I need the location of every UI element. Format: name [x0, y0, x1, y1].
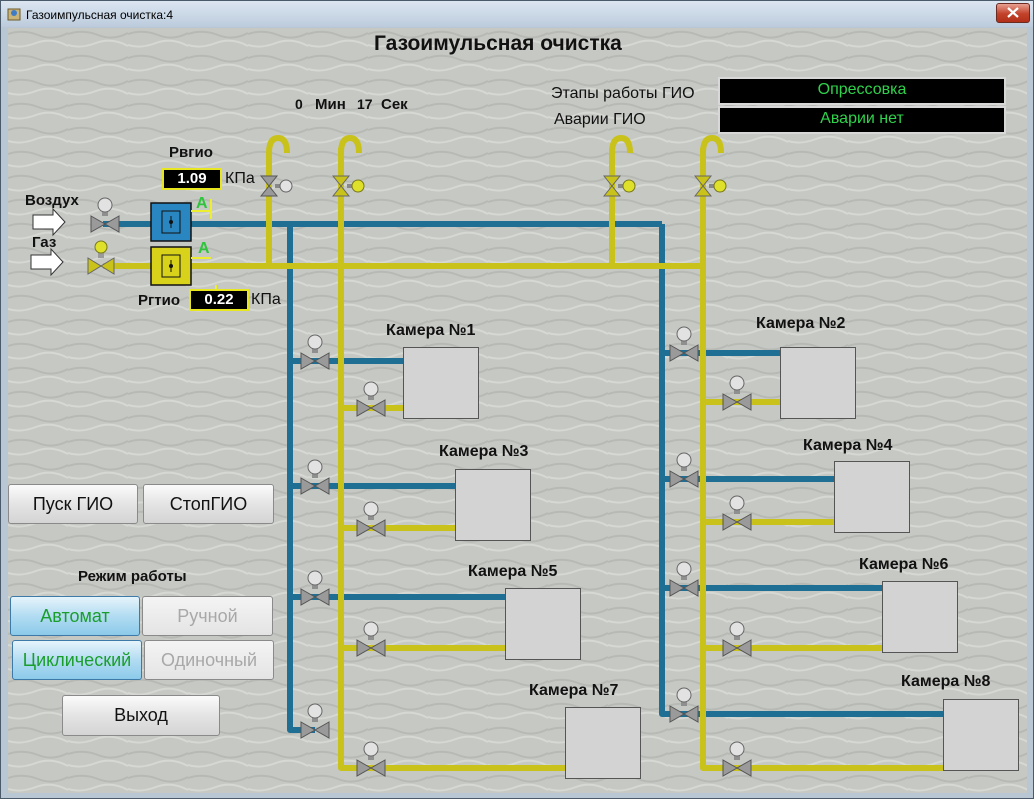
chamber-4[interactable]	[834, 461, 910, 533]
timer-minutes: 0	[295, 96, 303, 112]
chamber-6-label: Камера №6	[859, 556, 949, 573]
auto-mode-button[interactable]: Автомат	[10, 596, 140, 636]
stage-display: Опрессовка	[718, 77, 1006, 105]
close-button[interactable]	[996, 3, 1030, 23]
gas-input-arrow	[30, 247, 64, 277]
chamber-2-label: Камера №2	[756, 315, 846, 332]
start-button[interactable]: Пуск ГИО	[8, 484, 138, 524]
chamber-3[interactable]	[455, 469, 531, 541]
title-bar[interactable]: Газоимпульсная очистка:4	[1, 1, 1033, 27]
gas-pressure-indicator: А	[198, 240, 210, 257]
gas-pressure-value: 0.22	[189, 289, 249, 311]
chamber-5-label: Камера №5	[468, 563, 558, 580]
chamber-2[interactable]	[780, 347, 856, 419]
alarm-display: Аварии нет	[718, 106, 1006, 134]
timer-seconds-label: Сек	[381, 96, 408, 113]
manual-mode-button[interactable]: Ручной	[142, 596, 273, 636]
chamber-4-label: Камера №4	[803, 437, 893, 454]
chamber-3-label: Камера №3	[439, 443, 529, 460]
mode-title: Режим работы	[78, 568, 187, 585]
exit-button[interactable]: Выход	[62, 695, 220, 736]
chamber-7[interactable]	[565, 707, 641, 779]
alarm-label: Аварии ГИО	[554, 111, 646, 128]
chamber-8-label: Камера №8	[901, 673, 991, 690]
air-input-label: Воздух	[25, 192, 79, 209]
chamber-1-label: Камера №1	[386, 322, 476, 339]
air-input-arrow	[32, 207, 66, 237]
app-icon	[7, 8, 21, 21]
page-title: Газоимульсная очистка	[374, 32, 622, 55]
client-area: Газоимульсная очистка 0 Мин 17 Сек Этапы…	[8, 28, 1027, 793]
chamber-6[interactable]	[882, 581, 958, 653]
timer-minutes-label: Мин	[315, 96, 346, 113]
vent-valve-air[interactable]	[260, 175, 293, 197]
gas-pressure-unit: КПа	[251, 291, 281, 308]
window-title: Газоимпульсная очистка:4	[26, 8, 174, 22]
chamber-1[interactable]	[403, 347, 479, 419]
chamber-8[interactable]	[943, 699, 1019, 771]
cyclic-mode-button[interactable]: Циклический	[12, 640, 142, 680]
chamber-5[interactable]	[505, 588, 581, 660]
gas-inlet-valve[interactable]	[87, 240, 115, 275]
vent-valve-2[interactable]	[603, 175, 636, 197]
close-icon	[1007, 7, 1019, 18]
timer-seconds: 17	[357, 96, 373, 112]
stage-label: Этапы работы ГИО	[551, 85, 695, 102]
gas-input-label: Газ	[32, 234, 57, 251]
application-window: Газоимпульсная очистка:4 Газоимульсная о…	[0, 0, 1034, 799]
vent-valve-1[interactable]	[332, 175, 365, 197]
chamber-7-label: Камера №7	[529, 682, 619, 699]
air-pressure-value: 1.09	[162, 168, 222, 190]
air-pressure-indicator: А	[196, 195, 208, 212]
air-pressure-label: Рвгио	[169, 144, 213, 161]
stop-button[interactable]: СтопГИО	[143, 484, 274, 524]
gas-pressure-label: Ргтио	[138, 292, 180, 309]
air-pressure-unit: КПа	[225, 170, 255, 187]
single-mode-button[interactable]: Одиночный	[144, 640, 274, 680]
vent-valve-3[interactable]	[694, 175, 727, 197]
